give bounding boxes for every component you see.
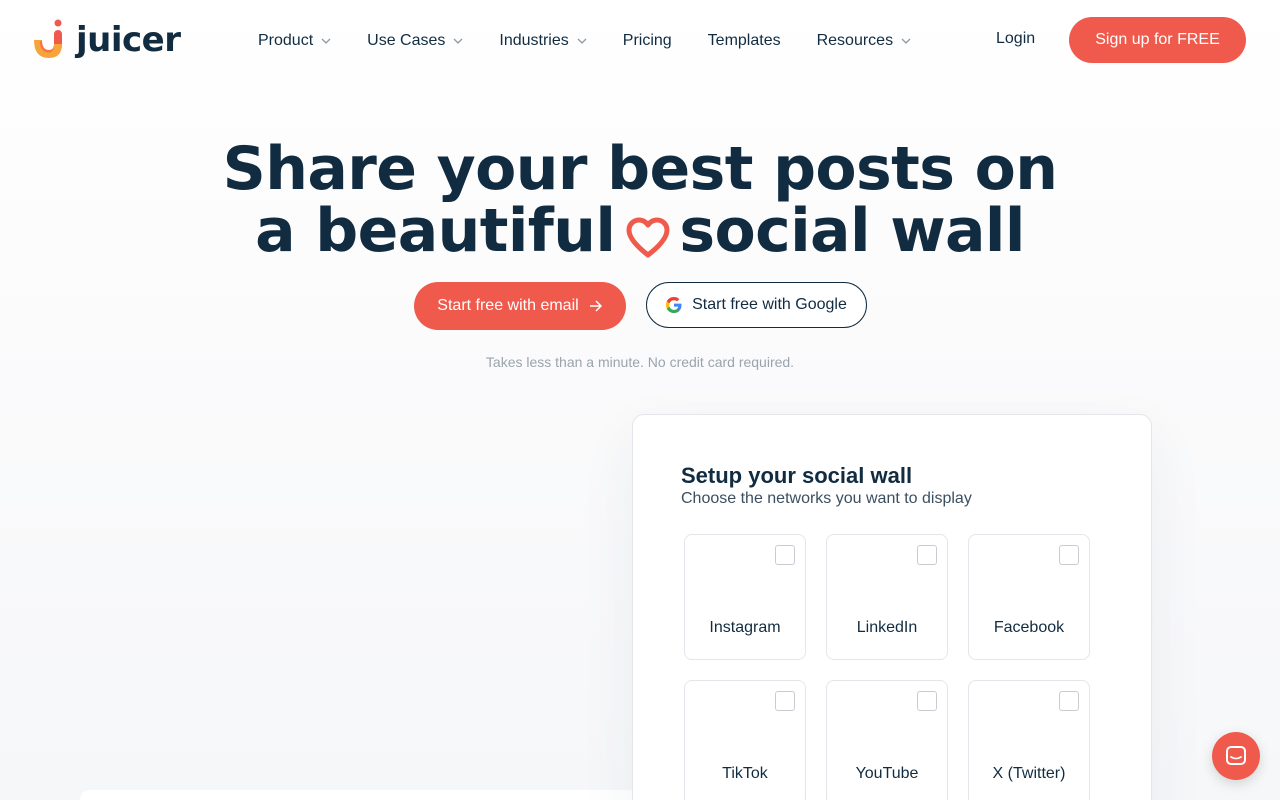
nav-industries-label: Industries bbox=[499, 32, 569, 49]
nav-resources-label: Resources bbox=[816, 32, 894, 49]
logo-text: juicer bbox=[76, 20, 181, 60]
network-label: X (Twitter) bbox=[992, 765, 1066, 782]
nav-pricing-label: Pricing bbox=[622, 32, 672, 49]
network-checkbox[interactable] bbox=[917, 691, 937, 711]
main-nav: Product Use Cases Industries Pricing Tem… bbox=[258, 28, 947, 54]
network-label: TikTok bbox=[722, 765, 768, 782]
network-checkbox[interactable] bbox=[1059, 545, 1079, 565]
setup-title: Setup your social wall bbox=[681, 463, 913, 488]
network-option-tiktok[interactable]: TikTok bbox=[684, 680, 806, 800]
chevron-down-icon bbox=[901, 36, 911, 46]
chevron-down-icon bbox=[453, 36, 463, 46]
nav-pricing[interactable]: Pricing bbox=[623, 32, 672, 50]
nav-resources[interactable]: Resources bbox=[817, 32, 911, 50]
start-google-label: Start free with Google bbox=[692, 296, 847, 313]
setup-card: Setup your social wall Choose the networ… bbox=[632, 414, 1152, 800]
network-checkbox[interactable] bbox=[917, 545, 937, 565]
preview-panel bbox=[80, 790, 640, 800]
network-checkbox[interactable] bbox=[775, 691, 795, 711]
network-label: LinkedIn bbox=[856, 619, 918, 636]
start-email-label: Start free with email bbox=[437, 297, 579, 314]
google-icon bbox=[666, 297, 682, 313]
nav-product[interactable]: Product bbox=[258, 32, 331, 50]
juicer-logo-icon bbox=[34, 19, 62, 58]
heart-icon bbox=[626, 217, 670, 258]
hero-title-line2a: a beautiful bbox=[255, 196, 616, 266]
juicer-logo[interactable]: juicer bbox=[32, 18, 181, 62]
hero-note: Takes less than a minute. No credit card… bbox=[485, 354, 795, 370]
hero-title-line1: Share your best posts on bbox=[222, 134, 1058, 204]
network-option-x-twitter[interactable]: X (Twitter) bbox=[968, 680, 1090, 800]
network-label: Instagram bbox=[709, 619, 781, 636]
chat-icon bbox=[1226, 746, 1246, 765]
network-checkbox[interactable] bbox=[1059, 691, 1079, 711]
nav-templates-label: Templates bbox=[707, 32, 781, 49]
network-label: YouTube bbox=[855, 765, 919, 782]
chat-launcher-button[interactable] bbox=[1212, 732, 1260, 780]
network-checkbox[interactable] bbox=[775, 545, 795, 565]
login-link[interactable]: Login bbox=[996, 30, 1035, 48]
arrow-right-icon bbox=[589, 300, 603, 312]
hero-title-line2b: social wall bbox=[679, 196, 1025, 266]
hero-title: Share your best posts on a beautiful soci… bbox=[0, 138, 1280, 262]
network-option-instagram[interactable]: Instagram bbox=[684, 534, 806, 660]
start-google-button[interactable]: Start free with Google bbox=[646, 282, 867, 328]
network-label: Facebook bbox=[993, 619, 1065, 636]
setup-subtitle: Choose the networks you want to display bbox=[681, 490, 972, 507]
network-option-facebook[interactable]: Facebook bbox=[968, 534, 1090, 660]
network-option-linkedin[interactable]: LinkedIn bbox=[826, 534, 948, 660]
nav-industries[interactable]: Industries bbox=[499, 32, 587, 50]
hero-title-line2: a beautiful social wall bbox=[0, 200, 1280, 262]
signup-button[interactable]: Sign up for FREE bbox=[1069, 17, 1246, 63]
nav-product-label: Product bbox=[258, 32, 314, 49]
site-header: juicer Product Use Cases Industries Pric… bbox=[0, 0, 1280, 82]
nav-templates[interactable]: Templates bbox=[708, 32, 781, 50]
chevron-down-icon bbox=[577, 36, 587, 46]
chevron-down-icon bbox=[321, 36, 331, 46]
start-email-button[interactable]: Start free with email bbox=[414, 282, 626, 330]
nav-use-cases[interactable]: Use Cases bbox=[367, 32, 463, 50]
nav-use-cases-label: Use Cases bbox=[367, 32, 446, 49]
network-option-youtube[interactable]: YouTube bbox=[826, 680, 948, 800]
